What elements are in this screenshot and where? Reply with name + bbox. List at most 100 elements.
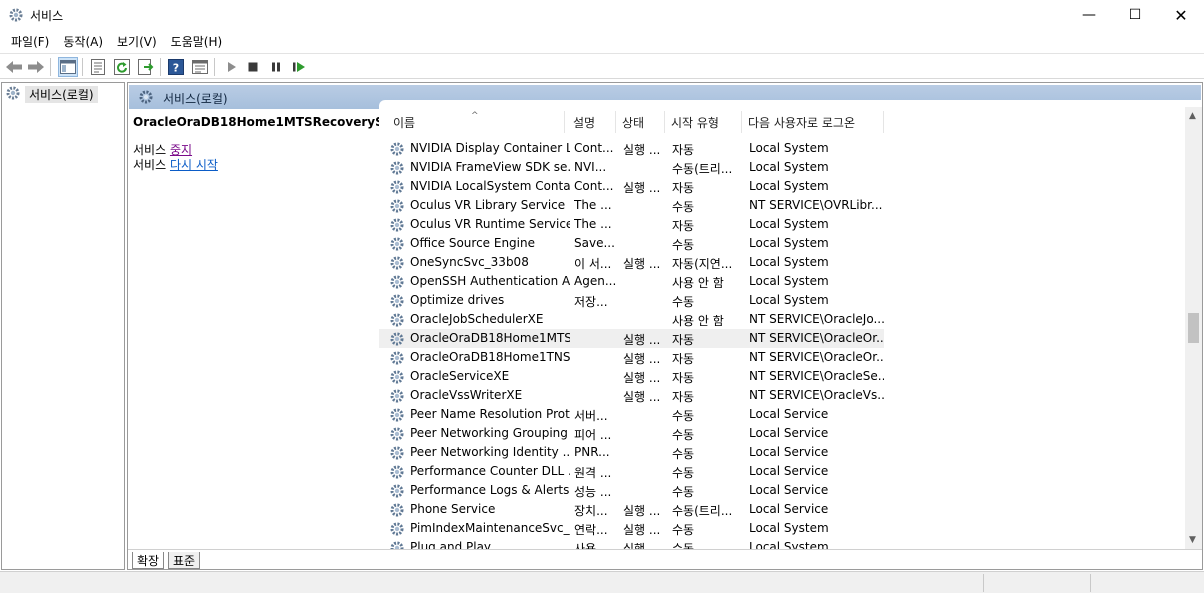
service-gear-icon <box>389 198 405 214</box>
help-icon[interactable]: ? <box>166 57 186 77</box>
service-row[interactable]: NVIDIA FrameView SDK se... NVI... 수동(트리...… <box>379 158 884 177</box>
service-row[interactable]: Plug and Play 사용... 실행 ... 수동 Local System <box>379 538 884 549</box>
service-detail-panel: OracleOraDB18Home1MTSRecoveryService 서비스… <box>133 115 425 173</box>
service-gear-icon <box>389 369 405 385</box>
show-console-tree-icon[interactable] <box>58 57 78 77</box>
service-row[interactable]: NVIDIA Display Container LS Cont... 실행 ...… <box>379 139 884 158</box>
service-name: OracleOraDB18Home1MTS... <box>410 331 570 345</box>
service-row[interactable]: OracleOraDB18Home1MTS... 실행 ... 자동 NT SERVI… <box>379 329 884 348</box>
column-startup-type[interactable]: 시작 유형 <box>665 111 742 133</box>
vertical-scrollbar[interactable]: ▲ ▼ <box>1185 107 1202 549</box>
column-log-on-as[interactable]: 다음 사용자로 로그온 <box>742 111 884 133</box>
scroll-up-arrow-icon[interactable]: ▲ <box>1189 111 1196 121</box>
service-description: 서버... <box>574 409 608 423</box>
service-row[interactable]: OracleServiceXE 실행 ... 자동 NT SERVICE\Oracle… <box>379 367 884 386</box>
service-description: Agen... <box>574 274 617 288</box>
tree-node-services-local[interactable]: 서비스(로컬) <box>5 85 98 103</box>
service-startup-type: 수동 <box>672 295 695 309</box>
maximize-button[interactable]: ☐ <box>1112 0 1158 30</box>
service-name: PimIndexMaintenanceSvc_... <box>410 521 570 535</box>
service-row[interactable]: OracleOraDB18Home1TNS... 실행 ... 자동 NT SERVI… <box>379 348 884 367</box>
service-log-on-as: NT SERVICE\OracleSe... <box>749 369 884 383</box>
stop-service-link[interactable]: 중지 <box>170 143 192 157</box>
service-row[interactable]: OracleJobSchedulerXE 사용 안 함 NT SERVICE\Ora… <box>379 310 884 329</box>
service-name: Peer Networking Identity ... <box>410 445 570 459</box>
service-row[interactable]: Performance Logs & Alerts 성능 ... 수동 Local S… <box>379 481 884 500</box>
menu-help[interactable]: 도움말(H) <box>164 30 230 52</box>
tab-extended[interactable]: 확장 <box>132 552 165 569</box>
tree-node-label: 서비스(로컬) <box>25 85 98 103</box>
service-description: Cont... <box>574 141 614 155</box>
service-name: Office Source Engine <box>410 236 535 250</box>
service-status: 실행 ... <box>623 523 661 537</box>
properties-icon[interactable] <box>88 57 108 77</box>
service-row[interactable]: Peer Networking Identity ... PNR... 수동 Loca… <box>379 443 884 462</box>
service-description: 연락... <box>574 523 608 537</box>
back-arrow-icon[interactable] <box>4 57 24 77</box>
menu-view[interactable]: 보기(V) <box>110 30 164 52</box>
column-status[interactable]: 상태 <box>616 111 665 133</box>
service-name: NVIDIA FrameView SDK se... <box>410 160 570 174</box>
service-startup-type: 수동 <box>672 447 695 461</box>
service-gear-icon <box>389 217 405 233</box>
service-row[interactable]: Oculus VR Library Service The ... 수동 NT SER… <box>379 196 884 215</box>
close-button[interactable]: ✕ <box>1158 0 1204 30</box>
forward-arrow-icon[interactable] <box>26 57 46 77</box>
service-log-on-as: NT SERVICE\OracleOr... <box>749 350 884 364</box>
service-log-on-as: Local Service <box>749 483 829 497</box>
stop-service-icon[interactable] <box>243 57 263 77</box>
service-status: 실행 ... <box>623 371 661 385</box>
service-name: OracleJobSchedulerXE <box>410 312 544 326</box>
service-description: 장치... <box>574 504 608 518</box>
tab-standard[interactable]: 표준 <box>168 552 201 569</box>
service-row[interactable]: PimIndexMaintenanceSvc_... 연락... 실행 ... 수동 L… <box>379 519 884 538</box>
service-status: 실행 ... <box>623 333 661 347</box>
column-name[interactable]: 이름 <box>387 111 565 133</box>
view-icon[interactable] <box>190 57 210 77</box>
service-gear-icon <box>389 388 405 404</box>
service-name: Phone Service <box>410 502 496 516</box>
pause-service-icon[interactable] <box>266 57 286 77</box>
service-row[interactable]: Phone Service 장치... 실행 ... 수동(트리... Local Se… <box>379 500 884 519</box>
service-gear-icon <box>389 464 405 480</box>
service-row[interactable]: OracleVssWriterXE 실행 ... 자동 NT SERVICE\Orac… <box>379 386 884 405</box>
menu-file[interactable]: 파일(F) <box>4 30 56 52</box>
service-gear-icon <box>389 483 405 499</box>
column-header: ^ 이름 설명 상태 시작 유형 다음 사용자로 로그온 <box>379 111 1201 133</box>
export-list-icon[interactable] <box>136 57 156 77</box>
scroll-thumb[interactable] <box>1188 313 1199 343</box>
service-row[interactable]: Optimize drives 저장... 수동 Local System <box>379 291 884 310</box>
service-row[interactable]: OpenSSH Authentication A... Agen... 사용 안 함… <box>379 272 884 291</box>
service-status: 실행 ... <box>623 181 661 195</box>
menu-action[interactable]: 동작(A) <box>56 30 110 52</box>
service-startup-type: 자동 <box>672 143 695 157</box>
service-name: OracleOraDB18Home1TNS... <box>410 350 570 364</box>
service-row[interactable]: Office Source Engine Save... 수동 Local Syste… <box>379 234 884 253</box>
start-service-icon[interactable] <box>221 57 241 77</box>
toolbar: ? <box>0 53 1204 79</box>
restart-service-link[interactable]: 다시 시작 <box>170 158 218 172</box>
service-log-on-as: Local System <box>749 274 829 288</box>
service-startup-type: 자동 <box>672 352 695 366</box>
title-bar: 서비스 — ☐ ✕ <box>0 0 1204 30</box>
service-row[interactable]: OneSyncSvc_33b08 이 서... 실행 ... 자동(지연... Loca… <box>379 253 884 272</box>
service-row[interactable]: NVIDIA LocalSystem Conta... Cont... 실행 ...… <box>379 177 884 196</box>
refresh-icon[interactable] <box>112 57 132 77</box>
minimize-button[interactable]: — <box>1066 0 1112 30</box>
service-row[interactable]: Peer Networking Grouping 피어 ... 수동 Local Se… <box>379 424 884 443</box>
service-startup-type: 사용 안 함 <box>672 276 724 290</box>
service-gear-icon <box>389 141 405 157</box>
service-row[interactable]: Performance Counter DLL ... 원격 ... 수동 Local… <box>379 462 884 481</box>
svg-text:?: ? <box>173 62 179 75</box>
scroll-down-arrow-icon[interactable]: ▼ <box>1189 535 1196 545</box>
service-gear-icon <box>389 274 405 290</box>
service-gear-icon <box>389 407 405 423</box>
column-description[interactable]: 설명 <box>567 111 616 133</box>
service-name: OneSyncSvc_33b08 <box>410 255 529 269</box>
service-row[interactable]: Peer Name Resolution Prot... 서버... 수동 Local… <box>379 405 884 424</box>
service-startup-type: 수동 <box>672 200 695 214</box>
action-prefix: 서비스 <box>133 158 167 172</box>
service-gear-icon <box>389 312 405 328</box>
service-row[interactable]: Oculus VR Runtime Service The ... 자동 Local … <box>379 215 884 234</box>
restart-service-icon[interactable] <box>289 57 309 77</box>
